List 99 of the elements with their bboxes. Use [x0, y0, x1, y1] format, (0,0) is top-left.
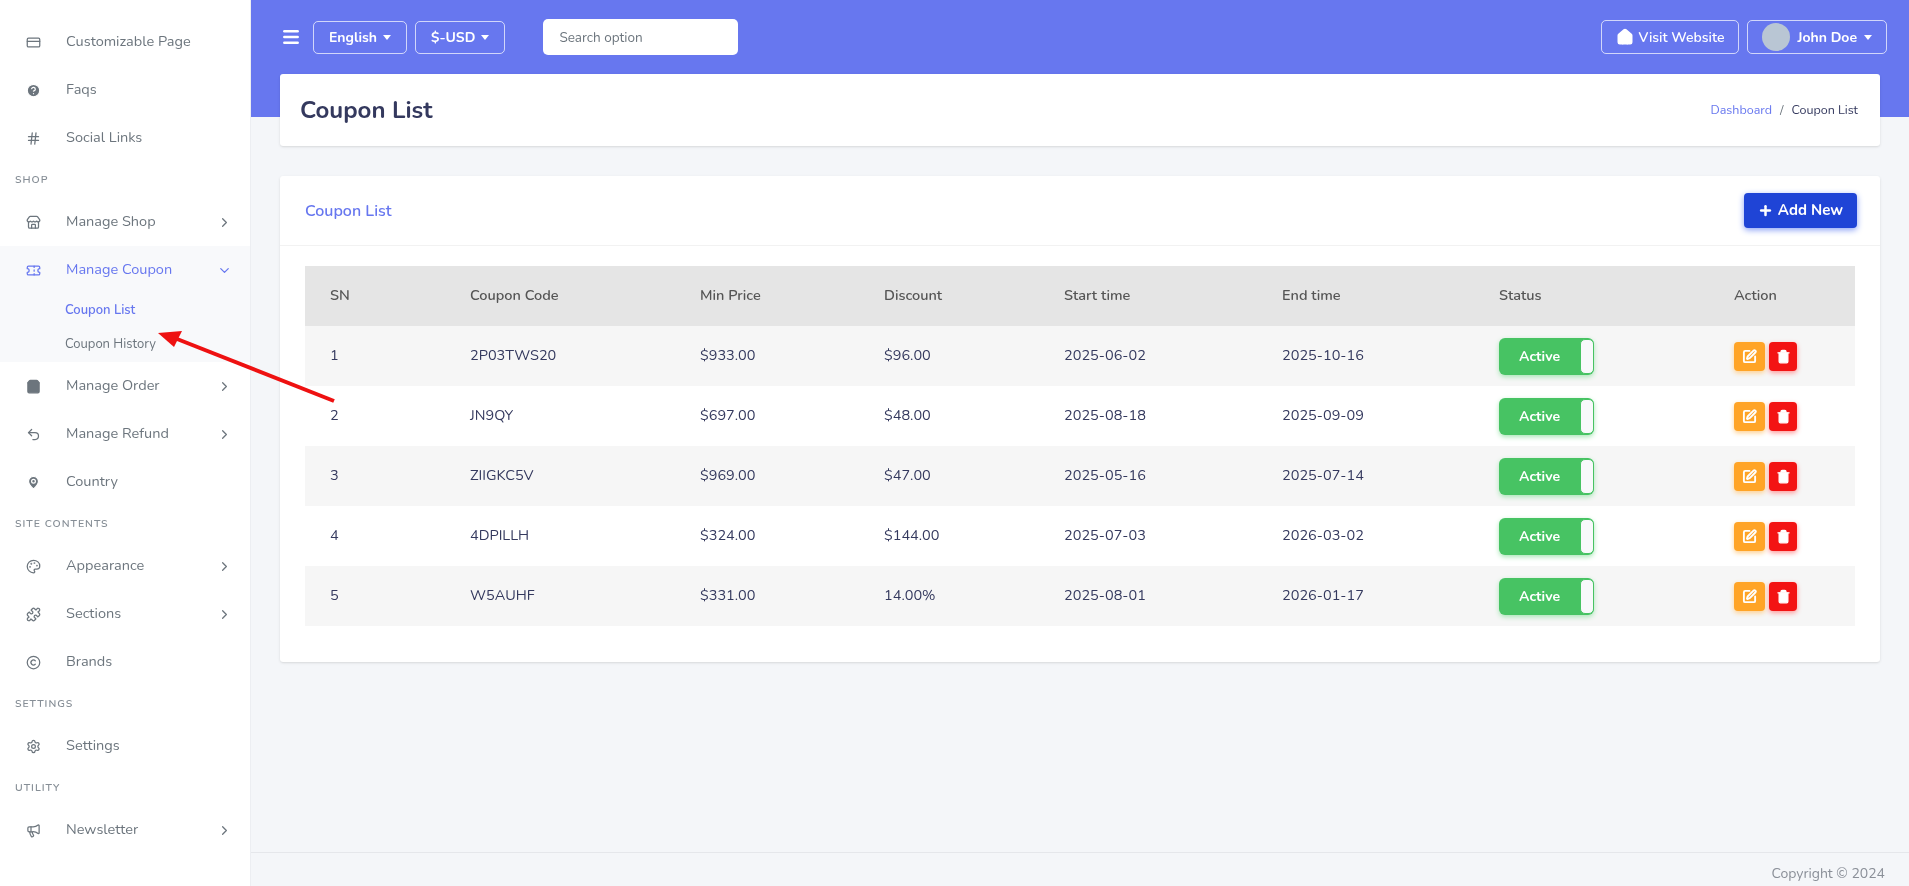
section-label: SITE CONTENTS	[14, 515, 110, 534]
card-title: Coupon List	[305, 198, 392, 223]
table-cell: $324.00	[675, 506, 859, 566]
delete-button[interactable]	[1769, 341, 1797, 371]
user-menu[interactable]: John Doe	[1747, 20, 1887, 54]
currency-dropdown[interactable]: $-USD	[415, 20, 506, 54]
breadcrumb-separator: /	[1779, 100, 1784, 120]
palette-icon	[26, 558, 41, 574]
caret-icon	[1864, 34, 1872, 40]
column-header: Coupon Code	[445, 266, 675, 326]
table-cell: JN9QY	[445, 386, 675, 446]
copyright-icon	[26, 654, 41, 670]
question-icon	[26, 82, 41, 98]
edit-button[interactable]	[1734, 461, 1765, 491]
puzzle-icon	[26, 606, 41, 622]
column-header: End time	[1257, 266, 1474, 326]
column-header: Status	[1474, 266, 1709, 326]
card-icon	[26, 34, 41, 50]
trash-icon	[1775, 588, 1791, 604]
table-cell: 3	[305, 446, 445, 506]
language-dropdown[interactable]: English	[313, 20, 408, 54]
edit-icon	[1742, 468, 1757, 484]
store-icon	[26, 214, 41, 230]
trash-icon	[1775, 528, 1791, 544]
delete-button[interactable]	[1769, 581, 1797, 611]
table-cell: 2026-03-02	[1257, 506, 1474, 566]
copyright-text: Copyright © 2024	[1771, 863, 1885, 884]
trash-icon	[1775, 468, 1791, 484]
table-cell: 2025-07-14	[1257, 446, 1474, 506]
visit-website-button[interactable]: Visit Website	[1600, 20, 1740, 54]
edit-icon	[1742, 588, 1757, 604]
caret-icon	[481, 34, 490, 40]
column-header: Discount	[859, 266, 1039, 326]
search-field[interactable]: Search option	[543, 19, 739, 55]
table-cell: 2P03TWS20	[445, 326, 675, 386]
ticket-icon	[26, 262, 41, 278]
table-cell: $48.00	[859, 386, 1039, 446]
section-label: SHOP	[14, 171, 50, 190]
menu-icon[interactable]	[281, 27, 301, 47]
column-header: Start time	[1039, 266, 1257, 326]
table-cell: 4DPILLH	[445, 506, 675, 566]
toggle-knob	[1580, 518, 1594, 554]
table-cell: $47.00	[859, 446, 1039, 506]
edit-button[interactable]	[1734, 341, 1765, 371]
edit-button[interactable]	[1734, 521, 1765, 551]
caret-icon	[383, 34, 392, 40]
delete-button[interactable]	[1769, 461, 1797, 491]
edit-button[interactable]	[1734, 581, 1765, 611]
table-cell: 1	[305, 326, 445, 386]
toggle-knob	[1580, 578, 1594, 614]
delete-button[interactable]	[1769, 521, 1797, 551]
table-cell: W5AUHF	[445, 566, 675, 626]
toggle-knob	[1580, 398, 1594, 434]
table-cell: $697.00	[675, 386, 859, 446]
trash-icon	[1775, 408, 1791, 424]
edit-icon	[1742, 408, 1757, 424]
sidebar-subitem[interactable]: Coupon History	[0, 328, 250, 362]
table-cell: $331.00	[675, 566, 859, 626]
section-label: UTILITY	[14, 779, 62, 798]
delete-button[interactable]	[1769, 401, 1797, 431]
table-cell: 2025-07-03	[1039, 506, 1257, 566]
table-cell: 2025-05-16	[1039, 446, 1257, 506]
toggle-knob	[1580, 458, 1594, 494]
table-cell: 2025-09-09	[1257, 386, 1474, 446]
map-pin-icon	[26, 474, 41, 490]
table-cell: $144.00	[859, 506, 1039, 566]
table-cell: 2	[305, 386, 445, 446]
edit-icon	[1742, 528, 1757, 544]
breadcrumb-current: Coupon List	[1791, 100, 1858, 120]
column-header: Action	[1709, 266, 1855, 326]
table-cell: $933.00	[675, 326, 859, 386]
megaphone-icon	[26, 822, 41, 838]
table-cell: $969.00	[675, 446, 859, 506]
edit-icon	[1742, 348, 1757, 364]
section-label: SETTINGS	[14, 695, 75, 714]
trash-icon	[1775, 348, 1791, 364]
table-cell: $96.00	[859, 326, 1039, 386]
table-cell: 4	[305, 506, 445, 566]
table-cell: ZIIGKC5V	[445, 446, 675, 506]
undo-icon	[26, 426, 41, 442]
toggle-knob	[1580, 338, 1594, 374]
page-title: Coupon List	[300, 93, 433, 128]
table-cell: 2025-08-18	[1039, 386, 1257, 446]
settings-icon	[26, 738, 41, 754]
add-new-button[interactable]: Add New	[1743, 193, 1857, 228]
plus-icon	[1757, 203, 1773, 218]
table-cell: 5	[305, 566, 445, 626]
table-cell: 14.00%	[859, 566, 1039, 626]
table-cell: 2026-01-17	[1257, 566, 1474, 626]
table-cell: 2025-06-02	[1039, 326, 1257, 386]
breadcrumb-link[interactable]: Dashboard	[1710, 100, 1772, 120]
edit-button[interactable]	[1734, 401, 1765, 431]
column-header: SN	[305, 266, 445, 326]
column-header: Min Price	[675, 266, 859, 326]
table-cell: 2025-10-16	[1257, 326, 1474, 386]
home-icon	[1615, 28, 1634, 46]
hash-icon	[26, 130, 41, 146]
sidebar-subitem[interactable]: Coupon List	[0, 294, 250, 328]
table-cell: 2025-08-01	[1039, 566, 1257, 626]
